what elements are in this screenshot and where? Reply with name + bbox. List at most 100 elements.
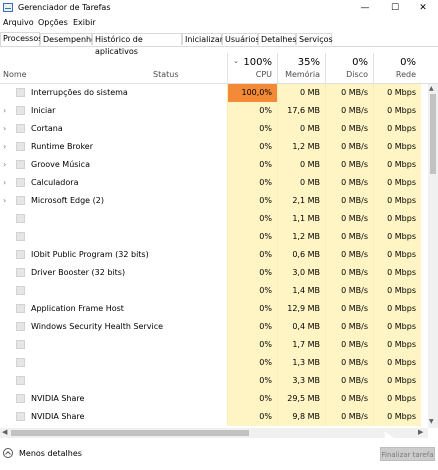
- menu-opcoes[interactable]: Opções: [38, 18, 68, 27]
- cpu-cell: 0%: [227, 246, 277, 264]
- process-name: Runtime Broker: [31, 142, 94, 151]
- scroll-right-icon[interactable]: ▶: [418, 428, 423, 436]
- less-details-link[interactable]: Menos detalhes: [19, 449, 82, 458]
- process-icon: [16, 178, 25, 187]
- disk-cell: 0 MB/s: [325, 156, 373, 174]
- expand-chevron-icon[interactable]: ›: [3, 124, 6, 133]
- tab-servicos[interactable]: Serviços: [296, 33, 333, 45]
- process-row[interactable]: 0% 1,3 MB 0 MB/s 0 Mbps: [0, 354, 428, 372]
- expand-chevron-icon[interactable]: ›: [3, 160, 6, 169]
- tab-detalhes[interactable]: Detalhes: [258, 33, 297, 45]
- expand-chevron-icon[interactable]: ›: [3, 196, 6, 205]
- process-name: IObit Public Program (32 bits): [31, 250, 149, 259]
- cpu-cell: 0%: [227, 228, 277, 246]
- process-row[interactable]: 0% 3,3 MB 0 MB/s 0 Mbps: [0, 372, 428, 390]
- process-row[interactable]: IObit Public Program (32 bits) 0% 0,6 MB 0 …: [0, 246, 428, 264]
- process-row[interactable]: 0% 1,1 MB 0 MB/s 0 Mbps: [0, 210, 428, 228]
- process-icon: [16, 412, 25, 421]
- tab-desempenho[interactable]: Desempenho: [40, 33, 96, 45]
- cpu-cell: 0%: [227, 156, 277, 174]
- tab-processos[interactable]: Processos: [0, 32, 42, 46]
- maximize-button[interactable]: ☐: [380, 0, 410, 16]
- network-cell: 0 Mbps: [373, 138, 421, 156]
- memory-cell: 1,2 MB: [277, 138, 325, 156]
- tab-usuarios[interactable]: Usuários: [222, 33, 260, 45]
- end-task-button[interactable]: Finalizar tarefa: [380, 447, 435, 461]
- disk-cell: 0 MB/s: [325, 210, 373, 228]
- column-status[interactable]: Status: [153, 70, 179, 79]
- column-cpu[interactable]: 100% CPU: [227, 53, 277, 83]
- process-icon: [16, 376, 25, 385]
- process-row[interactable]: Application Frame Host 0% 12,9 MB 0 MB/s 0 M…: [0, 300, 428, 318]
- menu-arquivo[interactable]: Arquivo: [3, 18, 34, 27]
- tab-historico[interactable]: Histórico de aplicativos: [92, 33, 182, 56]
- close-button[interactable]: ✕: [408, 0, 438, 16]
- disk-cell: 0 MB/s: [325, 264, 373, 282]
- network-cell: 0 Mbps: [373, 246, 421, 264]
- memory-cell: 0,6 MB: [277, 246, 325, 264]
- menu-exibir[interactable]: Exibir: [73, 18, 96, 27]
- process-row[interactable]: › Cortana 0% 0 MB 0 MB/s 0 Mbps: [0, 120, 428, 138]
- process-row[interactable]: Windows Security Health Service 0% 0,4 MB 0…: [0, 318, 428, 336]
- scroll-up-icon[interactable]: ▲: [429, 85, 434, 92]
- vertical-scroll-thumb[interactable]: [430, 94, 436, 174]
- cpu-cell: 0%: [227, 318, 277, 336]
- column-disk[interactable]: 0% Disco: [325, 53, 373, 83]
- memory-total: 35%: [297, 57, 320, 68]
- process-icon: [16, 124, 25, 133]
- memory-cell: 2,1 MB: [277, 192, 325, 210]
- network-cell: 0 Mbps: [373, 390, 421, 408]
- cpu-cell: 0%: [227, 354, 277, 372]
- process-icon: [16, 106, 25, 115]
- expand-chevron-icon[interactable]: ›: [3, 142, 6, 151]
- cpu-cell: 0%: [227, 282, 277, 300]
- process-row[interactable]: NVIDIA Share 0% 29,5 MB 0 MB/s 0 Mbps: [0, 390, 428, 408]
- process-row[interactable]: 0% 1,7 MB 0 MB/s 0 Mbps: [0, 336, 428, 354]
- network-cell: 0 Mbps: [373, 372, 421, 390]
- disk-cell: 0 MB/s: [325, 84, 373, 102]
- process-name: Driver Booster (32 bits): [31, 268, 126, 277]
- process-row[interactable]: 0% 1,2 MB 0 MB/s 0 Mbps: [0, 228, 428, 246]
- tab-bar: Processos Desempenho Histórico de aplica…: [0, 32, 438, 56]
- cpu-cell: 0%: [227, 120, 277, 138]
- process-row[interactable]: › Groove Música 0% 0 MB 0 MB/s 0 Mbps: [0, 156, 428, 174]
- network-cell: 0 Mbps: [373, 84, 421, 102]
- horizontal-scroll-thumb[interactable]: [11, 430, 249, 436]
- process-name: Microsoft Edge (2): [31, 196, 104, 205]
- minimize-button[interactable]: —: [350, 0, 380, 16]
- disk-cell: 0 MB/s: [325, 408, 373, 426]
- process-row[interactable]: › Iniciar 0% 17,6 MB 0 MB/s 0 Mbps: [0, 102, 428, 120]
- process-row[interactable]: NVIDIA Share 0% 9,8 MB 0 MB/s 0 Mbps: [0, 408, 428, 426]
- column-network[interactable]: 0% Rede: [373, 53, 421, 83]
- scroll-left-icon[interactable]: ◀: [2, 428, 7, 436]
- disk-cell: 0 MB/s: [325, 102, 373, 120]
- process-row[interactable]: › Microsoft Edge (2) 0% 2,1 MB 0 MB/s 0 Mbps: [0, 192, 428, 210]
- chevron-up-circle-icon[interactable]: [3, 448, 13, 458]
- memory-cell: 3,0 MB: [277, 264, 325, 282]
- network-cell: 0 Mbps: [373, 210, 421, 228]
- process-row[interactable]: 0% 1,4 MB 0 MB/s 0 Mbps: [0, 282, 428, 300]
- column-memory[interactable]: 35% Memória: [277, 53, 325, 83]
- process-row[interactable]: Driver Booster (32 bits) 0% 3,0 MB 0 MB/s 0 …: [0, 264, 428, 282]
- process-row[interactable]: › Runtime Broker 0% 1,2 MB 0 MB/s 0 Mbps: [0, 138, 428, 156]
- network-cell: 0 Mbps: [373, 174, 421, 192]
- horizontal-scrollbar[interactable]: ◀ ▶: [0, 428, 428, 438]
- disk-cell: 0 MB/s: [325, 228, 373, 246]
- network-label: Rede: [395, 70, 416, 79]
- process-row[interactable]: › Calculadora 0% 0 MB 0 MB/s 0 Mbps: [0, 174, 428, 192]
- cpu-cell: 100,0%: [227, 84, 277, 102]
- cpu-cell: 0%: [227, 192, 277, 210]
- network-cell: 0 Mbps: [373, 408, 421, 426]
- disk-cell: 0 MB/s: [325, 120, 373, 138]
- expand-chevron-icon[interactable]: ›: [3, 178, 6, 187]
- vertical-scrollbar[interactable]: ▲ ▼: [428, 84, 438, 428]
- column-name[interactable]: Nome: [3, 70, 27, 79]
- tab-inicializar[interactable]: Inicializar: [182, 33, 223, 45]
- scroll-down-icon[interactable]: ▼: [429, 418, 434, 425]
- expand-chevron-icon[interactable]: ›: [3, 106, 6, 115]
- process-list: Interrupções do sistema 100,0% 0 MB 0 MB/s 0…: [0, 84, 428, 428]
- process-row[interactable]: Interrupções do sistema 100,0% 0 MB 0 MB/s 0…: [0, 84, 428, 102]
- memory-cell: 0 MB: [277, 156, 325, 174]
- process-name: NVIDIA Share: [31, 412, 85, 421]
- network-cell: 0 Mbps: [373, 120, 421, 138]
